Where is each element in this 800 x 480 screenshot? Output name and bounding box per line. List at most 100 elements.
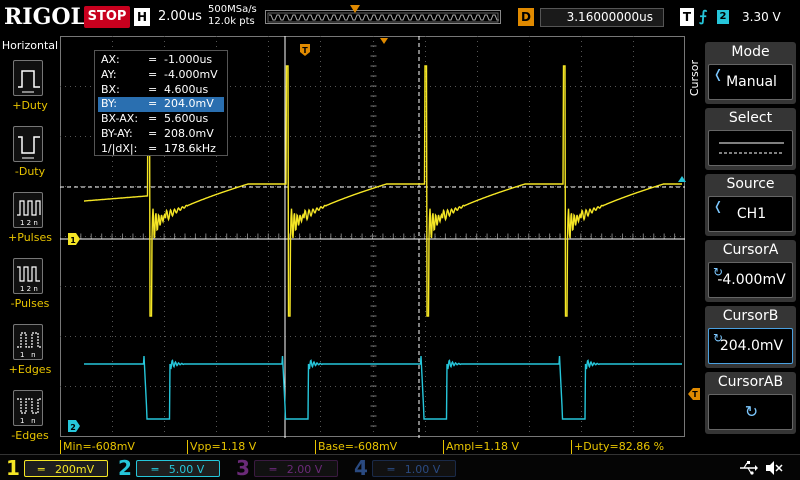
ch3-number[interactable]: 3 xyxy=(236,457,250,479)
menu-item-value-box: ↻ xyxy=(708,394,793,430)
cursor-key: 1/|dX|: xyxy=(101,141,138,155)
cursor-value: 204.0mV xyxy=(164,97,214,111)
cursor-eq: = xyxy=(148,53,158,66)
sidebar-item-negative-pulses[interactable]: 1 2 n -Pulses xyxy=(0,252,60,316)
measurement-bar: Min=-608mV Vpp=1.18 V Base=-608mV Ampl=1… xyxy=(60,440,700,454)
sidebar-item-rising-edges[interactable]: 1 n +Edges xyxy=(0,318,60,382)
ch2-marker-label: 2 xyxy=(70,423,76,432)
timebase-readout[interactable]: 2.00us xyxy=(158,9,202,24)
menu-select-button[interactable]: Select xyxy=(705,108,796,170)
cursor-key: BX-AX: xyxy=(101,112,139,126)
horizontal-mode-badge: H xyxy=(134,8,150,26)
measure-sidebar: Horizontal +Duty -Duty 1 2 n +Pulses 1 2… xyxy=(0,36,60,442)
ch3-scale[interactable]: ═ 2.00 V xyxy=(254,460,338,477)
cursor-row-inv-dx: 1/|dX|: = 178.6kHz xyxy=(98,142,224,157)
ch1-number[interactable]: 1 xyxy=(6,457,20,479)
ch4-number[interactable]: 4 xyxy=(354,457,368,479)
trigger-marker-label: T xyxy=(302,46,308,55)
sidebar-title: Horizontal xyxy=(1,39,59,52)
measurement-vpp[interactable]: Vpp=1.18 V xyxy=(187,440,314,454)
measurement-positive-duty[interactable]: +Duty=82.86 % xyxy=(571,440,699,454)
trigger-level-readout[interactable]: 3.30 V xyxy=(742,10,781,24)
menu-cursor-b-button[interactable]: CursorB ↻ 204.0mV xyxy=(705,306,796,368)
delay-readout[interactable]: 3.16000000us xyxy=(540,8,664,27)
channel-bar: 1 ═ 200mV 2 ═ 5.00 V 3 ═ 2.00 V 4 ═ 1.00… xyxy=(0,454,800,480)
ch2-number[interactable]: 2 xyxy=(118,457,132,479)
sample-rate: 500MSa/s xyxy=(208,4,257,15)
menu-source-button[interactable]: Source ❬ CH1 xyxy=(705,174,796,236)
menu-cursor-ab-button[interactable]: CursorAB ↻ xyxy=(705,372,796,434)
cursor-key: AY: xyxy=(101,67,117,81)
sidebar-item-label: +Edges xyxy=(8,363,52,376)
positive-pulses-icon: 1 2 n xyxy=(13,192,43,228)
ch2-scale-value: 5.00 V xyxy=(168,463,205,476)
menu-mode-button[interactable]: Mode ❬ Manual xyxy=(705,42,796,104)
cursor-value: 208.0mV xyxy=(164,126,214,140)
menu-item-value: CH1 xyxy=(736,206,767,222)
cursor-value: 5.600us xyxy=(164,112,209,126)
negative-duty-icon xyxy=(13,126,43,162)
cursor-key: BY: xyxy=(101,97,117,111)
cursor-row-bx-ax: BX-AX: = 5.600us xyxy=(98,112,224,127)
cursor-row-ay: AY: = -4.000mV xyxy=(98,68,224,83)
sidebar-item-label: -Edges xyxy=(11,429,49,442)
ch3-scale-value: 2.00 V xyxy=(286,463,323,476)
usb-icon xyxy=(740,461,758,475)
menu-item-value: -4.000mV xyxy=(717,272,786,288)
cursor-value: 4.600us xyxy=(164,82,209,96)
trigger-position-icon xyxy=(350,5,360,13)
trigger-badge: T xyxy=(680,8,694,26)
menu-item-title: CursorB xyxy=(722,308,779,324)
cursor-key: AX: xyxy=(101,53,120,66)
sidebar-item-falling-edges[interactable]: 1 n -Edges xyxy=(0,384,60,448)
cursor-value: 178.6kHz xyxy=(164,141,216,155)
cursor-eq: = xyxy=(148,126,158,140)
sidebar-item-positive-pulses[interactable]: 1 2 n +Pulses xyxy=(0,186,60,250)
ch4-scale-value: 1.00 V xyxy=(404,463,441,476)
ch1-scale[interactable]: ═ 200mV xyxy=(24,460,108,477)
sidebar-item-label: -Pulses xyxy=(10,297,50,310)
trigger-source-badge[interactable]: 2 xyxy=(717,10,729,24)
menu-item-title: Select xyxy=(728,110,773,126)
cursor-row-bx: BX: = 4.600us xyxy=(98,83,224,98)
memory-waveform-icon xyxy=(267,12,499,23)
sidebar-item-label: +Duty xyxy=(12,99,48,112)
measurement-base[interactable]: Base=-608mV xyxy=(315,440,442,454)
menu-item-value-box xyxy=(708,130,793,166)
cursor-eq: = xyxy=(148,82,158,96)
cursor-readout-panel: AX: = -1.000us AY: = -4.000mV BX: = 4.600us BY… xyxy=(94,50,228,156)
sidebar-item-negative-duty[interactable]: -Duty xyxy=(0,120,60,184)
memory-depth: 12.0k pts xyxy=(208,16,255,27)
menu-item-title: CursorAB xyxy=(717,374,784,390)
cursor-row-ax: AX: = -1.000us xyxy=(98,53,224,68)
sidebar-item-positive-duty[interactable]: +Duty xyxy=(0,54,60,118)
sidebar-item-label: -Duty xyxy=(14,165,46,178)
cursor-key: BX: xyxy=(101,82,120,96)
menu-item-title: CursorA xyxy=(722,242,779,258)
measurement-min[interactable]: Min=-608mV xyxy=(60,440,186,454)
menu-item-value: 204.0mV xyxy=(719,338,784,354)
ch4-scale[interactable]: ═ 1.00 V xyxy=(372,460,456,477)
cursor-eq: = xyxy=(148,97,158,111)
speaker-muted-icon[interactable] xyxy=(764,459,784,477)
run-stop-indicator[interactable]: STOP xyxy=(84,6,130,28)
svg-text:1 2 n: 1 2 n xyxy=(20,219,38,227)
svg-text:1 2 n: 1 2 n xyxy=(20,285,38,293)
cursor-eq: = xyxy=(148,67,158,81)
measurement-ampl[interactable]: Ampl=1.18 V xyxy=(443,440,570,454)
rising-edge-icon[interactable]: ⨍ xyxy=(699,7,707,25)
menu-cursor-a-button[interactable]: CursorA ↻ -4.000mV xyxy=(705,240,796,302)
ch1-marker-label: 1 xyxy=(70,236,76,245)
menu-item-value-box: ↻ 204.0mV xyxy=(708,328,793,364)
brand-logo: RIGOL xyxy=(4,4,86,30)
memory-position-bar[interactable] xyxy=(265,5,501,24)
svg-text:1 n: 1 n xyxy=(20,417,36,425)
menu-item-value: Manual xyxy=(726,74,777,90)
menu-item-title: Mode xyxy=(731,44,770,60)
menu-title: Cursor xyxy=(688,60,701,97)
ch1-scale-value: 200mV xyxy=(54,463,95,476)
delay-badge: D xyxy=(518,8,534,26)
rising-edges-icon: 1 n xyxy=(13,324,43,360)
ch2-scale[interactable]: ═ 5.00 V xyxy=(136,460,220,477)
menu-item-title: Source xyxy=(726,176,775,192)
